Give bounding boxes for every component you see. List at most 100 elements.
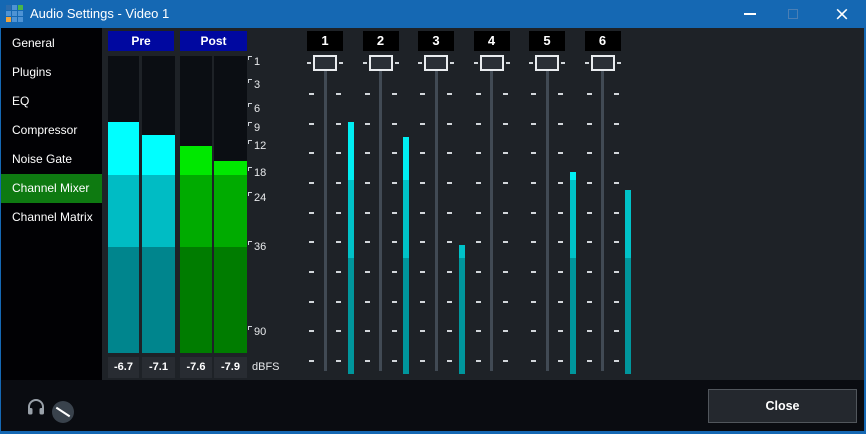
- slider-tick: [447, 212, 452, 214]
- slider-tick: [531, 360, 536, 362]
- slider-tick: [420, 212, 425, 214]
- slider-tick: [365, 212, 370, 214]
- channel-2-slider-thumb[interactable]: [369, 55, 393, 71]
- slider-tick: [395, 62, 399, 64]
- slider-tick: [558, 123, 563, 125]
- slider-tick: [365, 93, 370, 95]
- slider-tick: [587, 330, 592, 332]
- slider-tick: [336, 271, 341, 273]
- sidebar-item-noise-gate[interactable]: Noise Gate: [1, 145, 102, 174]
- slider-tick: [476, 360, 481, 362]
- minimize-button[interactable]: [729, 0, 771, 28]
- slider-tick: [365, 182, 370, 184]
- vmix-logo-icon: [6, 5, 25, 24]
- slider-tick: [309, 301, 314, 303]
- slider-tick: [531, 301, 536, 303]
- slider-tick: [614, 360, 619, 362]
- scale-tick-mark: [248, 79, 252, 83]
- slider-tick: [420, 93, 425, 95]
- scale-tick-3: 3: [248, 78, 260, 92]
- slider-tick: [476, 330, 481, 332]
- channel-6-header: 6: [585, 31, 621, 51]
- slider-tick: [447, 182, 452, 184]
- meter-bar-post-r: [214, 247, 247, 353]
- slider-tick: [420, 123, 425, 125]
- channel-3-slider-track[interactable]: [435, 58, 438, 371]
- slider-tick: [503, 241, 508, 243]
- slider-tick: [365, 330, 370, 332]
- channel-5-slider-track[interactable]: [546, 58, 549, 371]
- sidebar-item-general[interactable]: General: [1, 29, 102, 58]
- slider-tick: [420, 241, 425, 243]
- slider-tick: [476, 301, 481, 303]
- channel-3-header: 3: [418, 31, 454, 51]
- channel-1-slider-thumb[interactable]: [313, 55, 337, 71]
- meter-bar-pre-l: [108, 122, 139, 175]
- channel-1-header: 1: [307, 31, 343, 51]
- slider-tick: [587, 271, 592, 273]
- channel-5-level-meter: [570, 180, 576, 258]
- meter-readout-post-l: -7.6: [180, 357, 212, 378]
- slider-tick: [365, 301, 370, 303]
- channel-3-slider-thumb[interactable]: [424, 55, 448, 71]
- slider-tick: [476, 182, 481, 184]
- sidebar-item-eq[interactable]: EQ: [1, 87, 102, 116]
- slider-tick: [587, 93, 592, 95]
- close-button[interactable]: Close: [708, 389, 857, 423]
- close-window-button[interactable]: ×: [821, 0, 863, 28]
- slider-tick: [365, 123, 370, 125]
- slider-tick: [420, 301, 425, 303]
- channel-6-slider-track[interactable]: [601, 58, 604, 371]
- slider-tick: [558, 271, 563, 273]
- slider-tick: [506, 62, 510, 64]
- headphone-volume-knob[interactable]: [52, 401, 74, 423]
- channel-5-slider-thumb[interactable]: [535, 55, 559, 71]
- slider-tick: [392, 93, 397, 95]
- slider-tick: [503, 212, 508, 214]
- channel-1-slider-track[interactable]: [324, 58, 327, 371]
- channel-2-header: 2: [363, 31, 399, 51]
- slider-tick: [309, 212, 314, 214]
- sidebar-item-channel-matrix[interactable]: Channel Matrix: [1, 203, 102, 232]
- scale-tick-mark: [248, 241, 252, 245]
- headphones-icon[interactable]: [26, 397, 46, 417]
- slider-tick: [309, 330, 314, 332]
- window-border-left: [0, 28, 1, 434]
- slider-tick: [476, 93, 481, 95]
- slider-tick: [561, 62, 565, 64]
- sidebar-item-compressor[interactable]: Compressor: [1, 116, 102, 145]
- meter-bar-post-l: [180, 247, 212, 353]
- channel-4-slider-thumb[interactable]: [480, 55, 504, 71]
- slider-tick: [503, 152, 508, 154]
- scale-tick-90: 90: [248, 325, 266, 339]
- slider-tick: [474, 62, 478, 64]
- slider-tick: [614, 152, 619, 154]
- slider-tick: [614, 330, 619, 332]
- slider-tick: [614, 301, 619, 303]
- slider-tick: [531, 152, 536, 154]
- channel-2-slider-track[interactable]: [379, 58, 382, 371]
- scale-tick-mark: [248, 326, 252, 330]
- scale-tick-mark: [248, 140, 252, 144]
- slider-tick: [503, 182, 508, 184]
- channel-4-slider-track[interactable]: [490, 58, 493, 371]
- slider-tick: [365, 360, 370, 362]
- slider-tick: [447, 271, 452, 273]
- slider-tick: [392, 182, 397, 184]
- channel-4-header: 4: [474, 31, 510, 51]
- slider-tick: [476, 123, 481, 125]
- slider-tick: [614, 123, 619, 125]
- channel-6-slider-thumb[interactable]: [591, 55, 615, 71]
- slider-tick: [558, 152, 563, 154]
- slider-tick: [587, 182, 592, 184]
- audio-settings-window: Audio Settings - Video 1 × GeneralPlugin…: [0, 0, 866, 434]
- channel-6-level-meter: [625, 190, 631, 258]
- maximize-button[interactable]: [772, 0, 814, 28]
- scale-tick-18: 18: [248, 166, 266, 180]
- channel-1-level-meter: [348, 258, 354, 374]
- meter-readout-pre-r: -7.1: [142, 357, 175, 378]
- slider-tick: [529, 62, 533, 64]
- sidebar-item-channel-mixer[interactable]: Channel Mixer: [1, 174, 102, 203]
- scale-tick-24: 24: [248, 191, 266, 205]
- sidebar-item-plugins[interactable]: Plugins: [1, 58, 102, 87]
